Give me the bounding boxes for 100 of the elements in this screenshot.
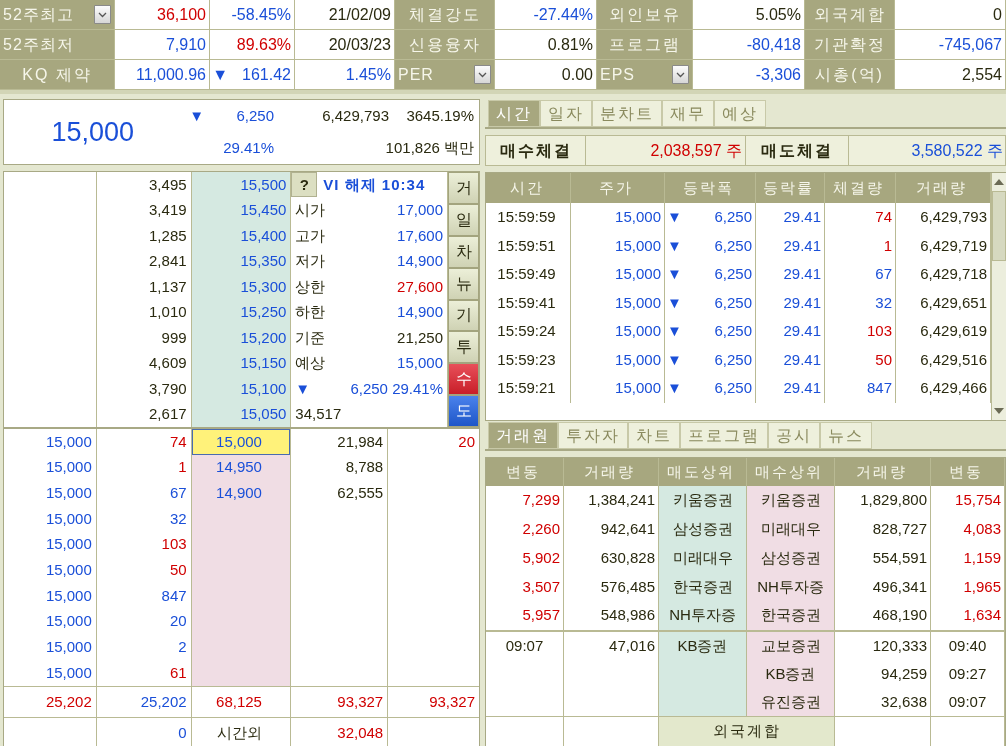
trade-quantity: 847 <box>825 374 896 403</box>
dropdown-button[interactable] <box>672 65 689 84</box>
field-label: 시총(억) <box>805 60 895 90</box>
expected-change: 6,250 29.41% <box>350 378 443 399</box>
time: 09:07 <box>931 688 1005 716</box>
tab[interactable]: 거래원 <box>488 422 558 449</box>
tab[interactable]: 시간 <box>488 100 540 127</box>
tab[interactable]: 프로그램 <box>680 422 768 449</box>
ask-quantity: 1,010 <box>148 302 188 322</box>
ask-quantity: 2,617 <box>148 404 188 424</box>
ask-price: 15,250 <box>239 302 288 322</box>
price-change: ▼ 6,250 <box>665 203 756 232</box>
ask-quantity: 3,495 <box>148 174 188 195</box>
tab[interactable]: 재무 <box>662 100 714 127</box>
buy-change: 1,159 <box>931 543 1005 573</box>
stat-label: 저가 <box>295 251 326 271</box>
dropdown-button[interactable] <box>474 65 491 84</box>
buy-change: 15,754 <box>931 486 1005 515</box>
time: 09:07 <box>486 632 564 660</box>
sell-change: 7,299 <box>486 486 564 515</box>
price-change: ▼ 6,250 <box>665 260 756 289</box>
bid-price[interactable]: 15,000 <box>191 429 291 455</box>
field-label: 기관확정 <box>805 30 895 60</box>
trade-quantity: 50 <box>825 345 896 374</box>
field-value: -745,067 <box>895 30 1006 60</box>
buy-change: 1,965 <box>931 572 1005 602</box>
buyer-name: KB증권 <box>747 660 835 688</box>
stat-label: 기준 <box>295 327 326 348</box>
scroll-down-icon[interactable] <box>994 408 1004 414</box>
side-button[interactable]: 수 <box>448 363 479 396</box>
seller-name: 삼성증권 <box>659 514 747 544</box>
scroll-up-icon[interactable] <box>994 179 1004 185</box>
ask-price: 15,150 <box>239 353 288 373</box>
stat-label: 고가 <box>295 225 326 246</box>
bid-price[interactable]: 14,900 <box>191 480 291 507</box>
bid-quantity: 8,788 <box>344 457 385 478</box>
side-button[interactable]: 일 <box>448 203 479 236</box>
side-button[interactable]: 기 <box>448 299 479 332</box>
tab[interactable]: 일자 <box>540 100 592 127</box>
volume: 6,429,793 <box>321 105 389 126</box>
price: 15,000 <box>571 260 665 289</box>
price-change: ▼ 6,250 <box>665 317 756 346</box>
tab[interactable]: 차트 <box>628 422 680 449</box>
column-header: 매수상위 <box>747 458 835 486</box>
field-label: 52주최저 <box>0 30 115 60</box>
ask-price: 15,500 <box>239 174 288 195</box>
trade-quantity: 103 <box>825 317 896 346</box>
sell-change: 5,902 <box>486 543 564 573</box>
bid-quantity: 21,984 <box>336 431 385 452</box>
price: 15,000 <box>571 374 665 403</box>
scroll-thumb[interactable] <box>992 191 1006 261</box>
column-header: 등락률 <box>756 173 825 203</box>
change-sign: ▼ <box>188 105 204 126</box>
side-button[interactable]: 투 <box>448 331 479 364</box>
ask-price: 15,050 <box>239 404 288 424</box>
stat-value: 14,900 <box>397 251 443 271</box>
trade-quantity: 50 <box>168 560 188 581</box>
price-change: ▼ 6,250 <box>665 374 756 403</box>
stat-value: 21,250 <box>397 327 443 348</box>
time: 15:59:49 <box>486 260 571 289</box>
side-button[interactable]: 거 <box>448 172 479 204</box>
tab[interactable]: 뉴스 <box>820 422 872 449</box>
field-value: 11,000.96 <box>115 60 210 90</box>
field-label: 체결강도 <box>395 0 495 30</box>
bid-price[interactable]: 14,950 <box>191 454 291 481</box>
price: 15,000 <box>571 317 665 346</box>
stat-value: 15,000 <box>397 353 443 373</box>
side-button[interactable]: 도 <box>448 395 479 427</box>
seller-name: KB증권 <box>659 632 747 660</box>
trade-quantity: 74 <box>825 203 896 232</box>
tab[interactable]: 공시 <box>768 422 820 449</box>
total: 93,327 <box>428 691 476 712</box>
after-hours-label: 시간외 <box>191 717 292 746</box>
buyer-name: 삼성증권 <box>747 543 835 573</box>
stat-value: 27,600 <box>397 276 443 297</box>
stat-label: 예상 <box>295 353 326 373</box>
change-sign: ▼ <box>295 378 311 399</box>
trade-quantity: 61 <box>168 662 188 683</box>
ask-price: 15,300 <box>239 276 288 297</box>
field-value: 2,554 <box>895 60 1006 90</box>
time: 15:59:51 <box>486 231 571 260</box>
help-button[interactable]: ? <box>291 172 318 198</box>
trade-price: 15,000 <box>44 560 93 581</box>
side-button[interactable]: 차 <box>448 235 479 268</box>
tab[interactable]: 투자자 <box>558 422 628 449</box>
tab[interactable]: 분차트 <box>592 100 662 127</box>
stat-value: 17,600 <box>397 225 443 246</box>
field-label: 외국계합 <box>805 0 895 30</box>
column-header: 거래량 <box>835 458 931 486</box>
dropdown-button[interactable] <box>94 5 111 24</box>
price-change: ▼ 6,250 <box>665 231 756 260</box>
ask-price: 15,400 <box>239 225 288 246</box>
side-button[interactable]: 뉴 <box>448 267 479 300</box>
buy-volume: 496,341 <box>835 572 931 602</box>
buyer-name: NH투자증 <box>747 572 835 602</box>
tab[interactable]: 예상 <box>714 100 766 127</box>
seller-name: NH투자증 <box>659 601 747 630</box>
time: 15:59:24 <box>486 317 571 346</box>
trade-price: 15,000 <box>44 534 93 555</box>
stat-label: 시가 <box>295 200 326 220</box>
